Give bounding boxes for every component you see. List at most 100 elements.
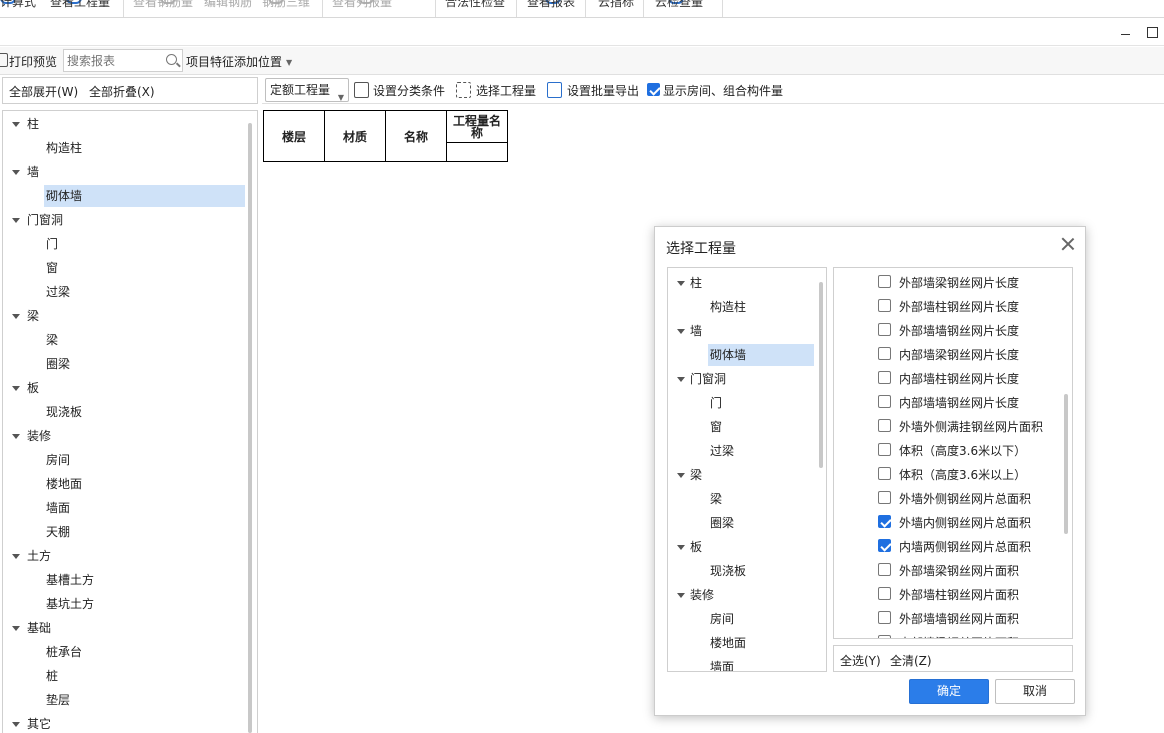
ribbon-view-list[interactable]: 查看列报量 xyxy=(332,0,392,17)
expand-arrow-icon[interactable] xyxy=(677,329,685,334)
tree-group-item[interactable]: 板 xyxy=(677,536,702,558)
tree-group-item[interactable]: 梁 xyxy=(12,305,39,327)
tree-group-item[interactable]: 柱 xyxy=(677,272,702,294)
quantity-item[interactable]: 外部墙柱钢丝网片面积 xyxy=(834,582,1064,606)
expand-arrow-icon[interactable] xyxy=(677,473,685,478)
quantity-item[interactable]: 外部墙柱钢丝网片长度 xyxy=(834,294,1064,318)
tree-leaf-item[interactable]: 梁 xyxy=(708,488,814,510)
quantity-checkbox[interactable] xyxy=(878,491,891,504)
report-search-input[interactable] xyxy=(64,50,160,71)
tree-leaf-item[interactable]: 梁 xyxy=(44,329,245,351)
tree-leaf-item[interactable]: 房间 xyxy=(44,449,245,471)
tree-group-item[interactable]: 土方 xyxy=(12,545,51,567)
tree-leaf-item[interactable]: 基槽土方 xyxy=(44,569,245,591)
show-room-checkbox[interactable] xyxy=(647,83,660,96)
tree-leaf-item[interactable]: 墙面 xyxy=(44,497,245,519)
quantity-checkbox[interactable] xyxy=(878,443,891,456)
quantity-checkbox[interactable] xyxy=(878,467,891,480)
ribbon-cloud-index[interactable]: 云指标 xyxy=(598,0,634,17)
expand-arrow-icon[interactable] xyxy=(12,170,20,175)
tree-leaf-item[interactable]: 垫层 xyxy=(44,689,245,711)
set-classification-button[interactable]: 设置分类条件 xyxy=(373,82,445,99)
expand-all-button[interactable]: 全部展开(W) xyxy=(9,83,78,100)
dialog-tree-scrollbar[interactable] xyxy=(819,282,823,468)
tree-group-item[interactable]: 装修 xyxy=(12,425,51,447)
quantity-checkbox[interactable] xyxy=(878,419,891,432)
tree-group-item[interactable]: 梁 xyxy=(677,464,702,486)
expand-arrow-icon[interactable] xyxy=(12,434,20,439)
quantity-checkbox[interactable] xyxy=(878,323,891,336)
quantity-item[interactable]: 体积（高度3.6米以上） xyxy=(834,462,1064,486)
ribbon-view-quantity[interactable]: 查看工程量 xyxy=(50,0,110,17)
tree-group-item[interactable]: 装修 xyxy=(677,584,714,606)
tree-leaf-item[interactable]: 砌体墙 xyxy=(44,185,245,207)
ribbon-view-report[interactable]: 查看报表 xyxy=(527,0,575,17)
ribbon-calc[interactable]: 计算式 xyxy=(0,0,36,17)
tree-leaf-item[interactable]: 构造柱 xyxy=(708,296,814,318)
quantity-type-dropdown[interactable]: 定额工程量 ▼ xyxy=(265,78,349,102)
tree-scrollbar[interactable] xyxy=(248,123,252,733)
maximize-icon[interactable] xyxy=(1144,24,1160,40)
expand-arrow-icon[interactable] xyxy=(12,554,20,559)
quantity-item[interactable]: 内部墙梁钢丝网片面积 xyxy=(834,630,1064,638)
quantity-checkbox[interactable] xyxy=(878,539,891,552)
set-batch-export-button[interactable]: 设置批量导出 xyxy=(567,82,639,99)
cancel-button[interactable]: 取消 xyxy=(995,679,1075,704)
quantity-checkbox[interactable] xyxy=(878,611,891,624)
quantity-item[interactable]: 体积（高度3.6米以下） xyxy=(834,438,1064,462)
expand-arrow-icon[interactable] xyxy=(677,593,685,598)
quantity-item[interactable]: 外墙外侧满挂钢丝网片面积 xyxy=(834,414,1064,438)
quantity-checkbox[interactable] xyxy=(878,587,891,600)
tree-group-item[interactable]: 墙 xyxy=(677,320,702,342)
quantity-item[interactable]: 内墙两侧钢丝网片总面积 xyxy=(834,534,1064,558)
tree-leaf-item[interactable]: 过梁 xyxy=(44,281,245,303)
collapse-all-button[interactable]: 全部折叠(X) xyxy=(89,83,155,100)
print-preview-button[interactable]: 打印预览 xyxy=(9,53,57,70)
quantity-item[interactable]: 内部墙梁钢丝网片长度 xyxy=(834,342,1064,366)
quantity-item[interactable]: 内部墙柱钢丝网片长度 xyxy=(834,366,1064,390)
minimize-icon[interactable] xyxy=(1118,24,1134,40)
report-search-box[interactable] xyxy=(63,49,183,72)
expand-arrow-icon[interactable] xyxy=(12,722,20,727)
tree-leaf-item[interactable]: 圈梁 xyxy=(708,512,814,534)
tree-leaf-item[interactable]: 门 xyxy=(44,233,245,255)
tree-leaf-item[interactable]: 现浇板 xyxy=(708,560,814,582)
quantity-item[interactable]: 外墙外侧钢丝网片总面积 xyxy=(834,486,1064,510)
expand-arrow-icon[interactable] xyxy=(12,314,20,319)
tree-leaf-item[interactable]: 砌体墙 xyxy=(708,344,814,366)
tree-group-item[interactable]: 基础 xyxy=(12,617,51,639)
select-all-button[interactable]: 全选(Y) xyxy=(840,652,881,669)
tree-leaf-item[interactable]: 现浇板 xyxy=(44,401,245,423)
tree-leaf-item[interactable]: 墙面 xyxy=(708,656,814,671)
tree-leaf-item[interactable]: 构造柱 xyxy=(44,137,245,159)
tree-leaf-item[interactable]: 天棚 xyxy=(44,521,245,543)
expand-arrow-icon[interactable] xyxy=(12,626,20,631)
ribbon-legality-check[interactable]: 合法性检查 xyxy=(445,0,505,17)
tree-group-item[interactable]: 门窗洞 xyxy=(12,209,63,231)
tree-group-item[interactable]: 墙 xyxy=(12,161,39,183)
quantity-checkbox[interactable] xyxy=(878,347,891,360)
quantity-checkbox[interactable] xyxy=(878,299,891,312)
quantity-checkbox[interactable] xyxy=(878,635,891,638)
tree-leaf-item[interactable]: 房间 xyxy=(708,608,814,630)
expand-arrow-icon[interactable] xyxy=(12,122,20,127)
tree-leaf-item[interactable]: 桩承台 xyxy=(44,641,245,663)
tree-leaf-item[interactable]: 过梁 xyxy=(708,440,814,462)
quantity-checkbox[interactable] xyxy=(878,563,891,576)
quantity-checkbox[interactable] xyxy=(878,275,891,288)
select-quantity-button[interactable]: 选择工程量 xyxy=(476,82,536,99)
quantity-checkbox[interactable] xyxy=(878,395,891,408)
quantity-item[interactable]: 外部墙梁钢丝网片面积 xyxy=(834,558,1064,582)
ok-button[interactable]: 确定 xyxy=(909,679,989,704)
quantity-item[interactable]: 外墙内侧钢丝网片总面积 xyxy=(834,510,1064,534)
quantity-checkbox[interactable] xyxy=(878,515,891,528)
ribbon-view-rebar[interactable]: 查看钢筋量 xyxy=(133,0,193,17)
expand-arrow-icon[interactable] xyxy=(12,218,20,223)
tree-leaf-item[interactable]: 窗 xyxy=(44,257,245,279)
ribbon-edit-rebar[interactable]: 编辑钢筋 xyxy=(204,0,252,17)
ribbon-cloud-check[interactable]: 云检查量 xyxy=(655,0,703,17)
tree-leaf-item[interactable]: 窗 xyxy=(708,416,814,438)
close-icon[interactable] xyxy=(1061,237,1075,251)
expand-arrow-icon[interactable] xyxy=(677,281,685,286)
quantity-item[interactable]: 内部墙墙钢丝网片长度 xyxy=(834,390,1064,414)
